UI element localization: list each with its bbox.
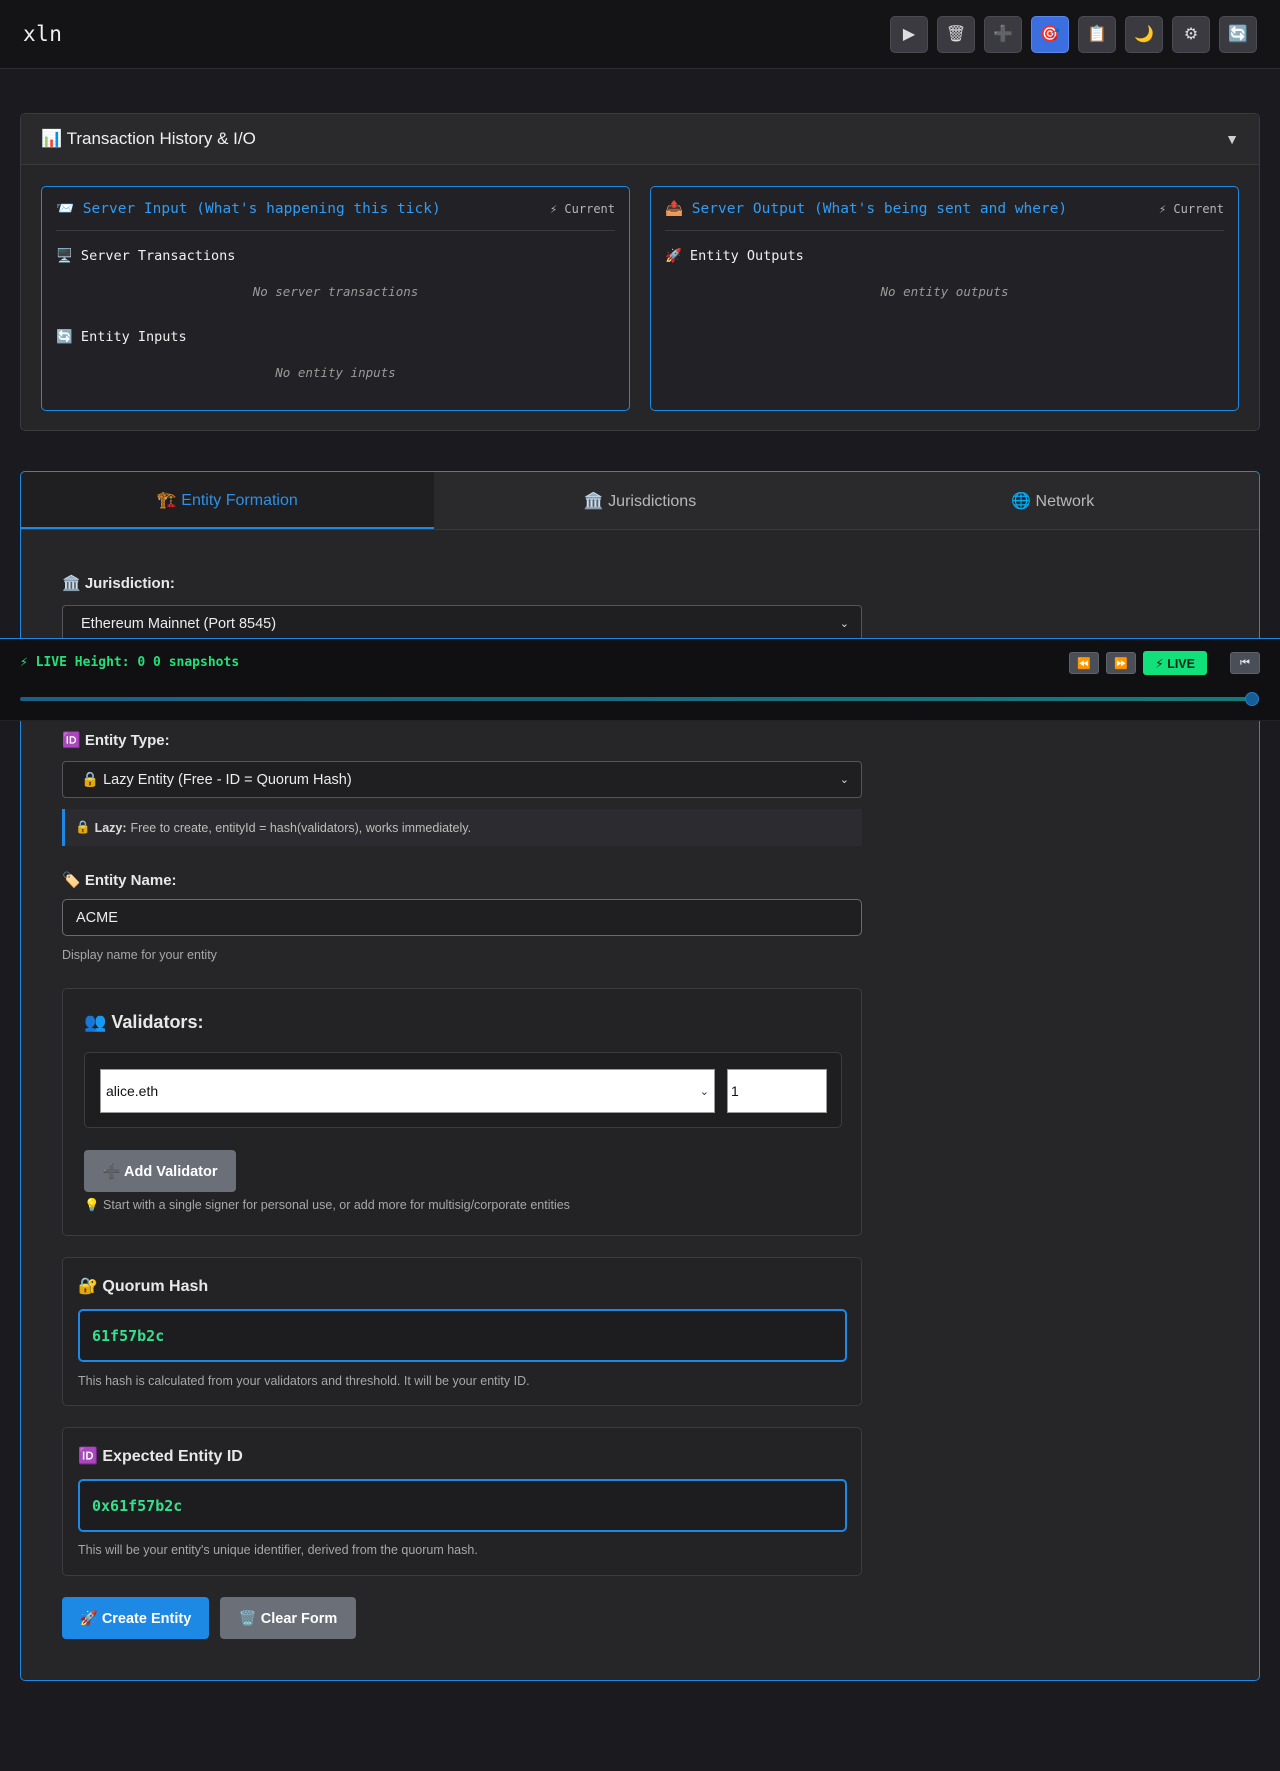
server-transactions-empty: No server transactions [252,284,419,299]
tab-network[interactable]: 🌐 Network [846,472,1259,529]
validator-row: alice.eth ⌄ 1 [84,1052,842,1128]
play-button[interactable]: ▶ [890,15,928,53]
trash-icon: 🗑 [945,26,967,43]
entity-type-value: 🔒 Lazy Entity (Free - ID = Quorum Hash) [81,772,352,788]
skip-to-start-button[interactable]: ⏮ [1230,652,1260,674]
time-machine-bar: ⚡ LIVE Height: 0 0 snapshots ⏪ ⏩ ⚡ LIVE … [0,638,1280,721]
quorum-hash-value: 61f57b2c [78,1309,847,1362]
target-button[interactable]: 🎯 [1031,15,1069,53]
target-icon: 🎯 [1040,26,1060,43]
quorum-hash-help: This hash is calculated from your valida… [78,1374,530,1388]
current-badge: ⚡ Current [549,201,615,216]
server-transactions-label: 🖥️ Server Transactions [56,248,236,264]
play-icon: ▶ [902,26,916,43]
expected-entity-id-help: This will be your entity's unique identi… [78,1543,478,1557]
rewind-button[interactable]: ⏪ [1068,652,1099,674]
current-badge: ⚡ Current [1158,201,1224,216]
validator-select[interactable]: alice.eth ⌄ [100,1069,715,1113]
entity-inputs-label: 🔄 Entity Inputs [56,329,187,345]
entity-type-select[interactable]: 🔒 Lazy Entity (Free - ID = Quorum Hash) … [62,761,862,798]
validator-weight-input[interactable]: 1 [727,1069,827,1113]
fast-forward-icon: ⏩ [1114,657,1128,670]
server-output-box: 📤 Server Output (What's being sent and w… [650,186,1239,411]
gear-icon: ⚙ [1183,26,1199,43]
validators-tip: 💡 Start with a single signer for persona… [84,1198,570,1212]
delete-button[interactable]: 🗑 [937,15,975,53]
entity-outputs-label: 🚀 Entity Outputs [665,248,804,264]
expected-entity-id-title: 🆔 Expected Entity ID [78,1448,243,1465]
live-button[interactable]: ⚡ LIVE [1142,651,1207,675]
skip-back-icon: ⏮ [1240,656,1250,669]
live-status-text: ⚡ LIVE Height: 0 0 snapshots [20,655,240,670]
toolbar: ▶ 🗑 ➕ 🎯 📋 🌙 ⚙ 🔄 [890,15,1257,53]
transaction-history-panel: 📊 Transaction History & I/O ▼ 📨 Server I… [20,113,1260,431]
lazy-entity-note: 🔒 Lazy: Free to create, entityId = hash(… [62,809,862,846]
validators-panel: 👥 Validators: alice.eth ⌄ 1 ➕ Add Valida… [62,988,862,1236]
clipboard-button[interactable]: 📋 [1078,15,1116,53]
server-input-header: 📨 Server Input (What's happening this ti… [56,187,615,231]
clear-form-button[interactable]: 🗑️ Clear Form [220,1597,356,1639]
expected-entity-id-panel: 🆔 Expected Entity ID 0x61f57b2c This wil… [62,1427,862,1576]
jurisdiction-select[interactable]: Ethereum Mainnet (Port 8545) ⌄ [62,605,862,642]
chevron-down-icon: ⌄ [839,774,849,786]
collapse-toggle-icon[interactable]: ▼ [1225,131,1239,147]
top-bar: xln ▶ 🗑 ➕ 🎯 📋 🌙 ⚙ 🔄 [0,0,1280,69]
entity-name-help: Display name for your entity [62,948,217,962]
server-input-title: 📨 Server Input (What's happening this ti… [56,201,441,217]
tab-bar: 🏗️ Entity Formation 🏛️ Jurisdictions 🌐 N… [21,472,1259,530]
history-header[interactable]: 📊 Transaction History & I/O ▼ [21,114,1259,165]
add-button[interactable]: ➕ [984,15,1022,53]
tab-jurisdictions[interactable]: 🏛️ Jurisdictions [434,472,847,529]
expected-entity-id-value: 0x61f57b2c [78,1479,847,1532]
brand-logo: xln [23,22,63,46]
chevron-down-icon: ⌄ [699,1085,709,1098]
quorum-hash-title: 🔐 Quorum Hash [78,1278,209,1295]
create-entity-button[interactable]: 🚀 Create Entity [62,1597,209,1639]
refresh-button[interactable]: 🔄 [1219,15,1257,53]
validator-name: alice.eth [106,1083,159,1099]
tab-entity-formation[interactable]: 🏗️ Entity Formation [21,472,434,529]
add-validator-button[interactable]: ➕ Add Validator [84,1150,236,1192]
server-output-header: 📤 Server Output (What's being sent and w… [665,187,1224,231]
moon-icon: 🌙 [1134,26,1154,43]
rewind-icon: ⏪ [1077,657,1091,670]
plus-icon: ➕ [993,26,1013,43]
clipboard-icon: 📋 [1087,26,1107,43]
history-title: 📊 Transaction History & I/O [41,129,256,148]
entity-inputs-empty: No entity inputs [275,365,396,380]
entity-name-label: 🏷️ Entity Name: [62,872,177,889]
entity-outputs-empty: No entity outputs [880,284,1009,299]
server-output-title: 📤 Server Output (What's being sent and w… [665,201,1068,217]
theme-toggle-button[interactable]: 🌙 [1125,15,1163,53]
quorum-hash-panel: 🔐 Quorum Hash 61f57b2c This hash is calc… [62,1257,862,1406]
validators-title: 👥 Validators: [84,1012,204,1032]
forward-button[interactable]: ⏩ [1105,652,1136,674]
timeline-slider-thumb[interactable] [1245,692,1259,706]
time-controls: ⏪ ⏩ ⚡ LIVE ⏮ [1068,651,1260,675]
lazy-note-label: Lazy: [94,820,127,835]
jurisdiction-value: Ethereum Mainnet (Port 8545) [81,615,277,632]
lazy-note-text: Free to create, entityId = hash(validato… [130,820,472,835]
timeline-slider-track[interactable] [20,697,1254,701]
entity-name-input[interactable]: ACME [62,899,862,936]
chevron-down-icon: ⌄ [839,618,849,630]
jurisdiction-label: 🏛️ Jurisdiction: [62,575,175,592]
entity-type-label: 🆔 Entity Type: [62,732,170,749]
lock-icon: 🔒 [75,820,91,834]
server-input-box: 📨 Server Input (What's happening this ti… [41,186,630,411]
settings-button[interactable]: ⚙ [1172,15,1210,53]
refresh-icon: 🔄 [1228,26,1248,43]
